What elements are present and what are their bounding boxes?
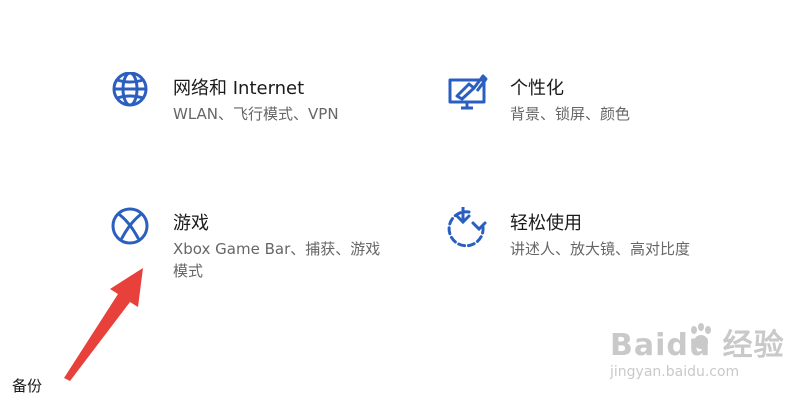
ease-of-access-icon: [447, 207, 487, 248]
watermark-url: jingyan.baidu.com: [610, 364, 740, 380]
tile-description: 讲述人、放大镜、高对比度: [510, 240, 691, 258]
tile-title: 个性化: [510, 78, 564, 99]
tile-network-internet[interactable]: 网络和 Internet WLAN、飞行模式、VPN: [110, 72, 410, 132]
tile-description: Xbox Game Bar、捕获、游戏模式: [173, 240, 381, 280]
tile-description: WLAN、飞行模式、VPN: [173, 105, 339, 123]
tile-personalization[interactable]: 个性化 背景、锁屏、颜色: [447, 72, 747, 132]
globe-icon: [112, 72, 148, 107]
tile-title: 网络和 Internet: [173, 78, 305, 99]
personalization-monitor-icon: [448, 74, 488, 110]
tile-gaming[interactable]: 游戏 Xbox Game Bar、捕获、游戏模式: [110, 207, 410, 287]
paw-logo-icon: [691, 323, 711, 349]
tile-title: 轻松使用: [510, 213, 582, 234]
tile-ease-of-access[interactable]: 轻松使用 讲述人、放大镜、高对比度: [447, 207, 747, 267]
backup-item-label[interactable]: 备份: [12, 375, 42, 396]
baidu-jingyan-watermark: Baidu 经验 jingyan.baidu.com: [600, 320, 784, 390]
tile-title: 游戏: [173, 213, 209, 234]
xbox-icon: [111, 207, 149, 245]
tile-description: 背景、锁屏、颜色: [510, 105, 631, 123]
